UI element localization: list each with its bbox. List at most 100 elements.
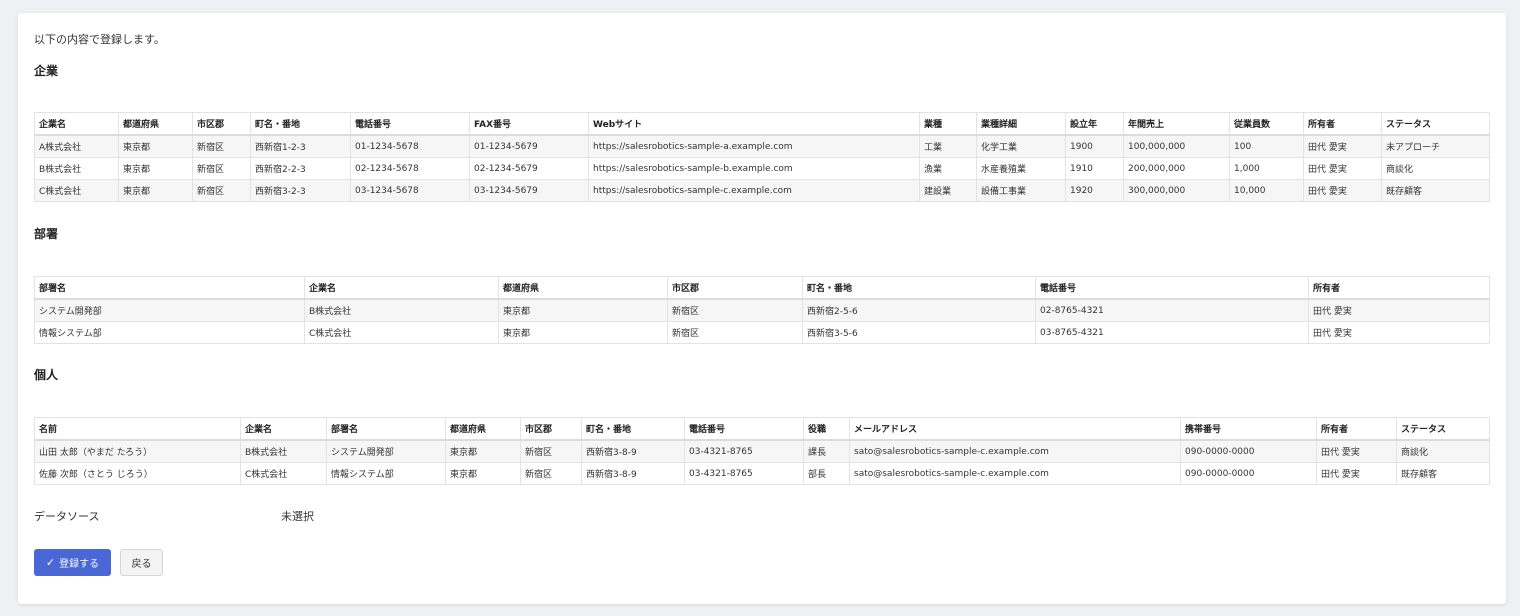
cell-address: 西新宿2-2-3: [250, 157, 351, 180]
cell-department-name: システム開発部: [326, 439, 446, 463]
column-header: 業種詳細: [976, 112, 1066, 136]
column-header: 業種: [919, 112, 977, 136]
cell-prefecture: 東京都: [118, 157, 193, 180]
column-header: ステータス: [1396, 417, 1490, 441]
cell-employees: 10,000: [1229, 179, 1304, 202]
cell-founded-year: 1900: [1065, 134, 1124, 158]
cell-fax: 02-1234-5679: [469, 157, 589, 180]
data-source-value: 未選択: [281, 510, 314, 523]
table-row: システム開発部 B株式会社 東京都 新宿区 西新宿2-5-6 02-8765-4…: [34, 298, 1490, 322]
individuals-table: 名前 企業名 部署名 都道府県 市区郡 町名・番地 電話番号 役職 メールアドレ…: [34, 417, 1490, 485]
table-row: 山田 太郎（やまだ たろう） B株式会社 システム開発部 東京都 新宿区 西新宿…: [34, 439, 1490, 463]
column-header: 市区郡: [192, 112, 251, 136]
cell-status: 既存顧客: [1396, 462, 1490, 485]
table-row: A株式会社 東京都 新宿区 西新宿1-2-3 01-1234-5678 01-1…: [34, 134, 1490, 158]
column-header: 町名・番地: [581, 417, 685, 441]
cell-status: 未アプローチ: [1381, 134, 1490, 158]
cell-phone: 03-8765-4321: [1035, 321, 1309, 344]
column-header: 電話番号: [684, 417, 804, 441]
column-header: 市区郡: [667, 276, 803, 300]
cell-founded-year: 1920: [1065, 179, 1124, 202]
cell-person-name: 山田 太郎（やまだ たろう）: [34, 439, 241, 463]
check-icon: ✓: [45, 556, 56, 569]
section-title-individuals: 個人: [34, 368, 59, 382]
section-title-companies: 企業: [34, 64, 59, 78]
cell-annual-sales: 300,000,000: [1123, 179, 1230, 202]
cell-industry-detail: 設備工事業: [976, 179, 1066, 202]
table-row: 佐藤 次郎（さとう じろう） C株式会社 情報システム部 東京都 新宿区 西新宿…: [34, 462, 1490, 485]
table-row: B株式会社 東京都 新宿区 西新宿2-2-3 02-1234-5678 02-1…: [34, 157, 1490, 180]
companies-table: 企業名 都道府県 市区郡 町名・番地 電話番号 FAX番号 Webサイト 業種 …: [34, 112, 1490, 202]
cell-founded-year: 1910: [1065, 157, 1124, 180]
cell-industry: 工業: [919, 134, 977, 158]
column-header: ステータス: [1381, 112, 1490, 136]
cell-annual-sales: 200,000,000: [1123, 157, 1230, 180]
cell-email: sato@salesrobotics-sample-c.example.com: [849, 462, 1181, 485]
column-header: 企業名: [34, 112, 119, 136]
table-row: C株式会社 東京都 新宿区 西新宿3-2-3 03-1234-5678 03-1…: [34, 179, 1490, 202]
column-header: 町名・番地: [250, 112, 351, 136]
cell-department-name: 情報システム部: [326, 462, 446, 485]
cell-industry: 建設業: [919, 179, 977, 202]
cell-prefecture: 東京都: [498, 321, 668, 344]
cell-owner: 田代 愛実: [1308, 298, 1490, 322]
cell-city: 新宿区: [667, 321, 803, 344]
cell-department-name: システム開発部: [34, 298, 305, 322]
column-header: 都道府県: [118, 112, 193, 136]
cell-owner: 田代 愛実: [1303, 157, 1382, 180]
cell-company-name: A株式会社: [34, 134, 119, 158]
cell-city: 新宿区: [520, 462, 582, 485]
cell-mobile: 090-0000-0000: [1180, 462, 1317, 485]
table-header-row: 部署名 企業名 都道府県 市区郡 町名・番地 電話番号 所有者: [34, 276, 1490, 300]
cell-company-name: C株式会社: [34, 179, 119, 202]
cell-owner: 田代 愛実: [1316, 439, 1397, 463]
cell-phone: 03-4321-8765: [684, 439, 804, 463]
cell-address: 西新宿3-2-3: [250, 179, 351, 202]
column-header: 都道府県: [445, 417, 521, 441]
cell-prefecture: 東京都: [118, 134, 193, 158]
cell-phone: 02-1234-5678: [350, 157, 470, 180]
cell-employees: 1,000: [1229, 157, 1304, 180]
cell-address: 西新宿1-2-3: [250, 134, 351, 158]
back-button[interactable]: 戻る: [120, 549, 163, 576]
intro-text: 以下の内容で登録します。: [34, 33, 165, 46]
cell-city: 新宿区: [192, 134, 251, 158]
cell-position: 部長: [803, 462, 850, 485]
column-header: 設立年: [1065, 112, 1124, 136]
column-header: 市区郡: [520, 417, 582, 441]
column-header: 都道府県: [498, 276, 668, 300]
cell-company-name: C株式会社: [304, 321, 499, 344]
cell-status: 既存顧客: [1381, 179, 1490, 202]
cell-prefecture: 東京都: [118, 179, 193, 202]
column-header: 所有者: [1316, 417, 1397, 441]
column-header: 役職: [803, 417, 850, 441]
cell-status: 商談化: [1381, 157, 1490, 180]
cell-fax: 01-1234-5679: [469, 134, 589, 158]
column-header: 電話番号: [1035, 276, 1309, 300]
column-header: 部署名: [34, 276, 305, 300]
cell-status: 商談化: [1396, 439, 1490, 463]
column-header: 携帯番号: [1180, 417, 1317, 441]
departments-table: 部署名 企業名 都道府県 市区郡 町名・番地 電話番号 所有者 システム開発部 …: [34, 276, 1490, 344]
cell-fax: 03-1234-5679: [469, 179, 589, 202]
column-header: 所有者: [1308, 276, 1490, 300]
cell-prefecture: 東京都: [445, 462, 521, 485]
cell-city: 新宿区: [520, 439, 582, 463]
section-title-departments: 部署: [34, 227, 59, 241]
column-header: 部署名: [326, 417, 446, 441]
cell-website: https://salesrobotics-sample-a.example.c…: [588, 134, 920, 158]
column-header: メールアドレス: [849, 417, 1181, 441]
cell-owner: 田代 愛実: [1303, 179, 1382, 202]
column-header: FAX番号: [469, 112, 589, 136]
table-row: 情報システム部 C株式会社 東京都 新宿区 西新宿3-5-6 03-8765-4…: [34, 321, 1490, 344]
register-button[interactable]: ✓ 登録する: [34, 549, 111, 576]
column-header: 企業名: [304, 276, 499, 300]
cell-city: 新宿区: [192, 179, 251, 202]
table-header-row: 名前 企業名 部署名 都道府県 市区郡 町名・番地 電話番号 役職 メールアドレ…: [34, 417, 1490, 441]
cell-company-name: B株式会社: [240, 439, 327, 463]
cell-address: 西新宿3-5-6: [802, 321, 1036, 344]
column-header: Webサイト: [588, 112, 920, 136]
cell-website: https://salesrobotics-sample-b.example.c…: [588, 157, 920, 180]
column-header: 所有者: [1303, 112, 1382, 136]
cell-company-name: B株式会社: [34, 157, 119, 180]
